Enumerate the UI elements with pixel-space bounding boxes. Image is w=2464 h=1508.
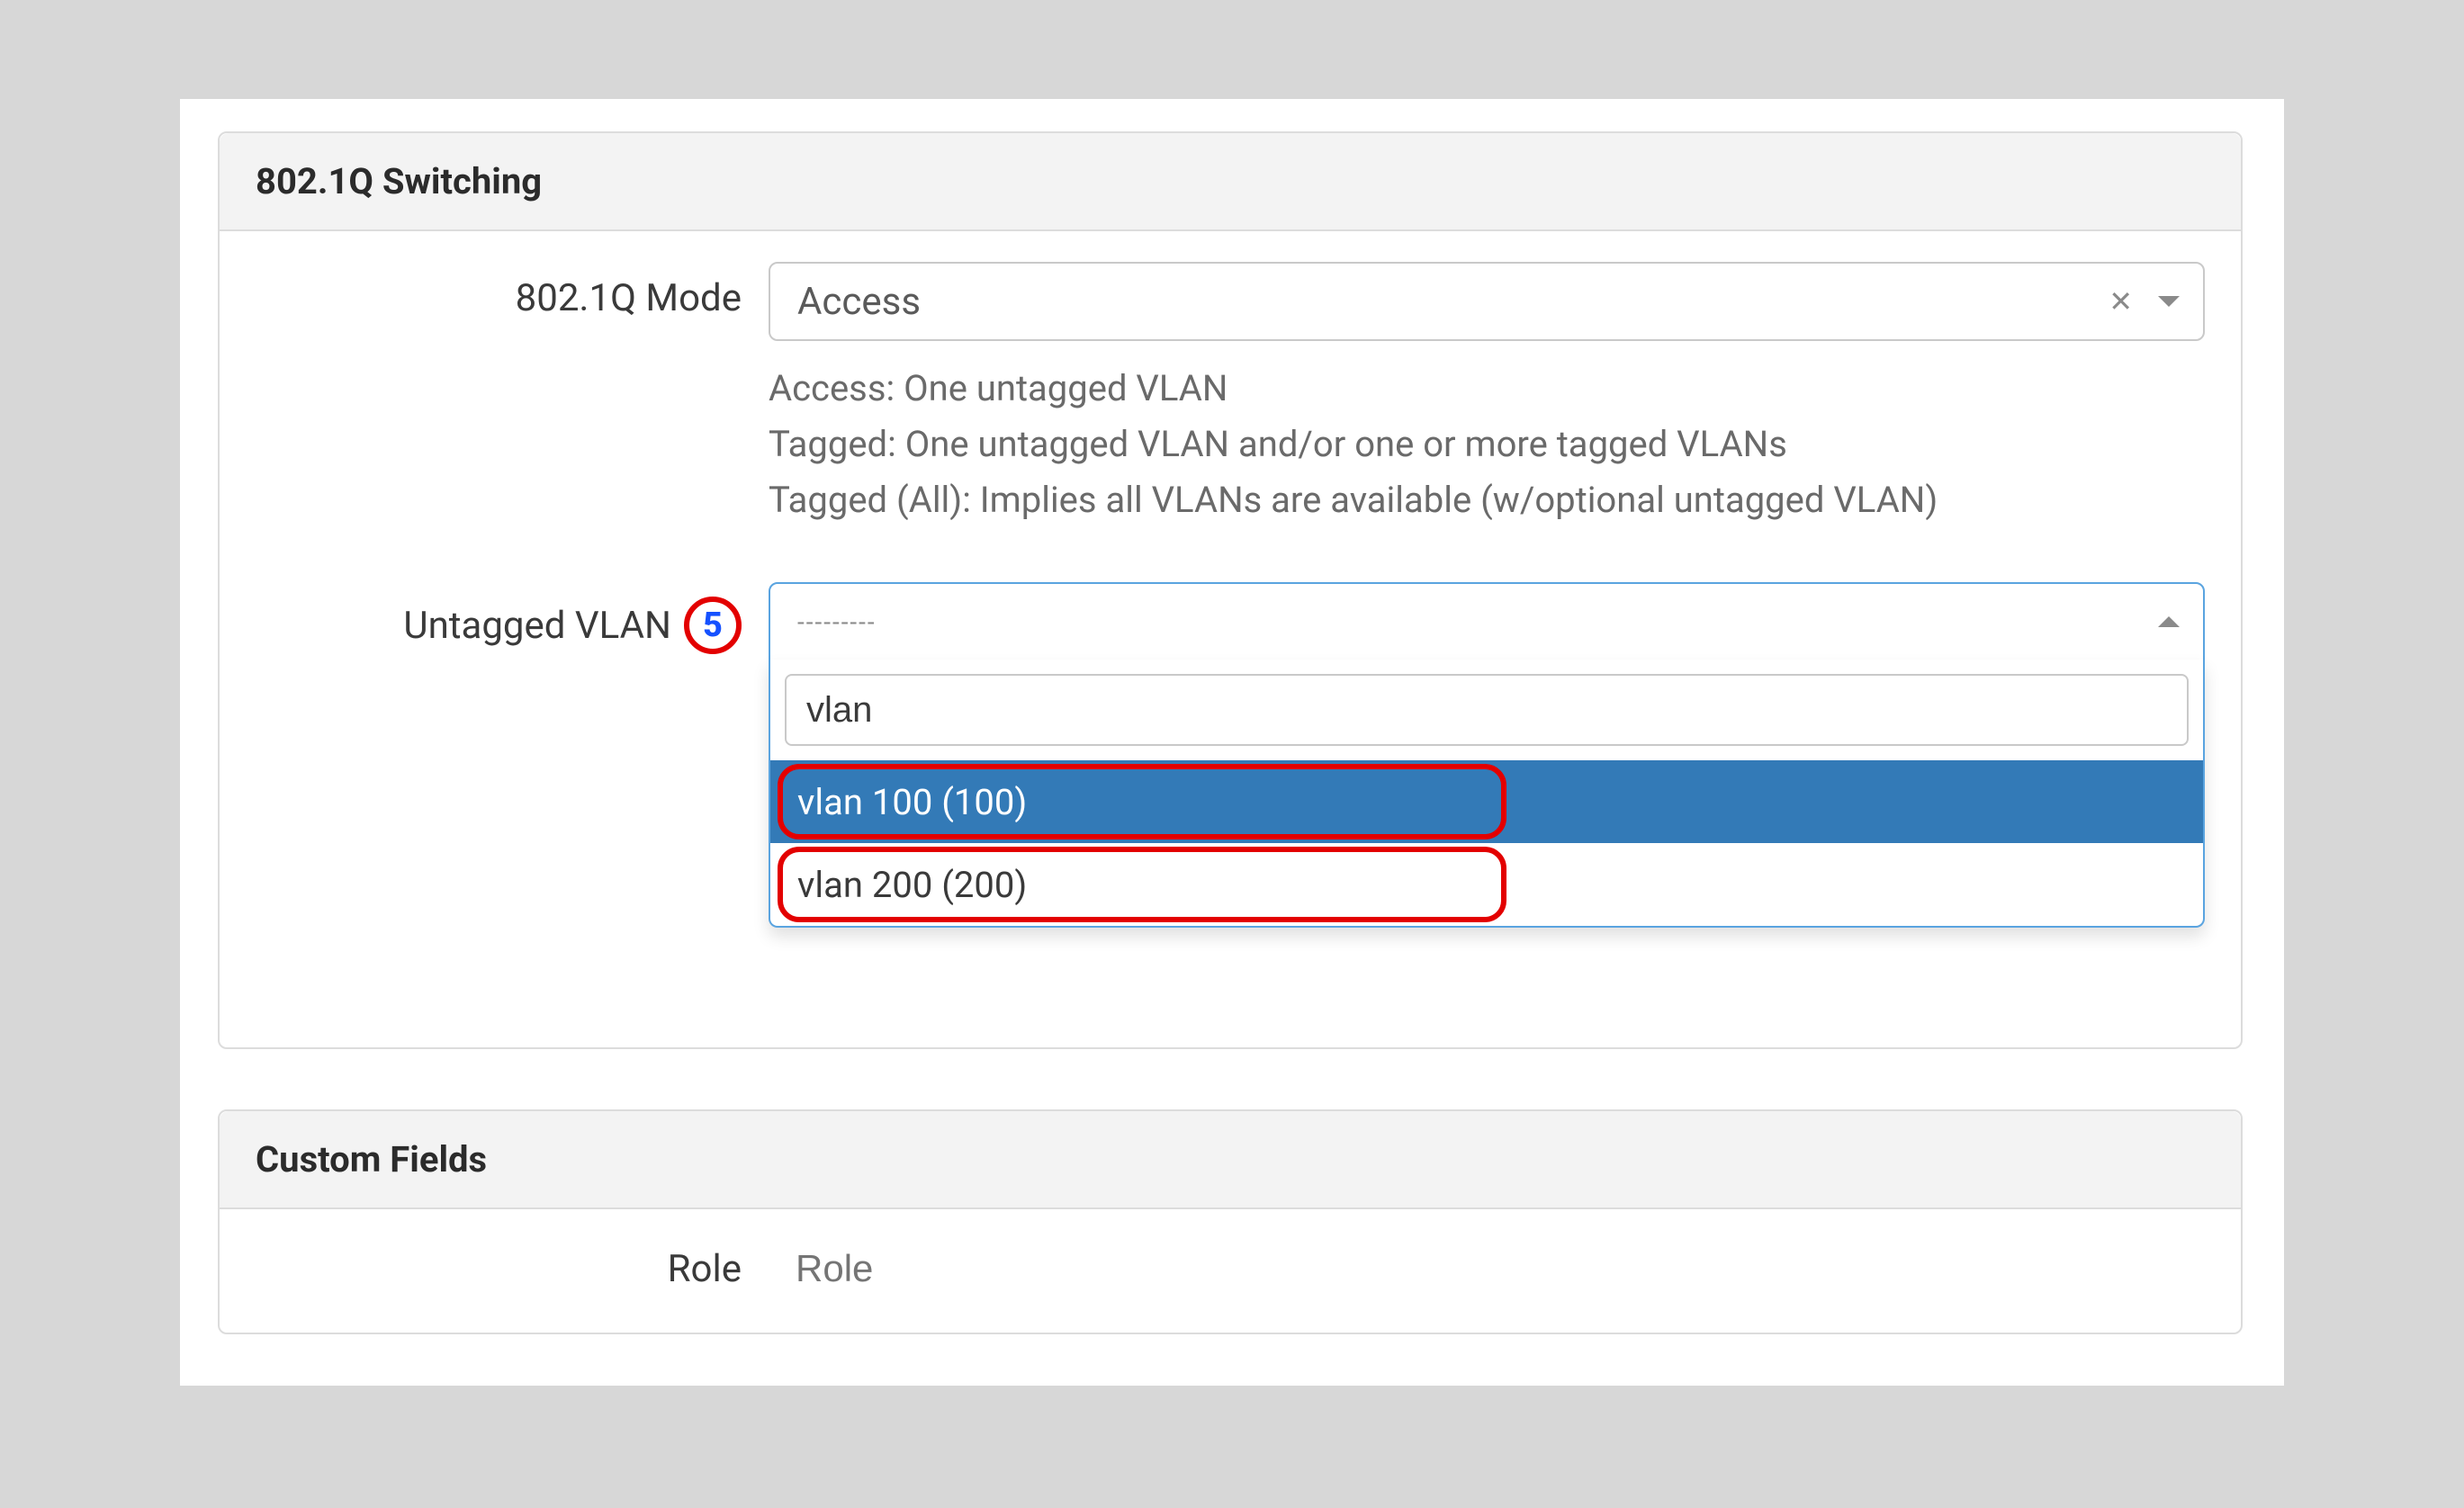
clear-icon[interactable]: ✕ [2109,287,2133,316]
row-role: Role [256,1233,2205,1305]
panel-custom-fields: Custom Fields Role [218,1109,2243,1334]
step-badge-value: 5 [703,606,723,645]
label-untagged-vlan: Untagged VLAN 5 [256,582,769,654]
row-8021q-mode: 802.1Q Mode Access ✕ Access: One untagge… [256,262,2205,528]
dropdown-search-input[interactable] [785,674,2189,746]
panel-8021q-switching: 802.1Q Switching 802.1Q Mode Access ✕ [218,131,2243,1049]
label-8021q-mode: 802.1Q Mode [256,262,769,320]
help-8021q-mode: Access: One untagged VLAN Tagged: One un… [769,361,2205,528]
step-badge-5: 5 [684,597,742,654]
control-role [769,1233,2205,1305]
dropdown-untagged-vlan: vlan 100 (100) vlan 200 (200) [769,660,2205,928]
select-actions-mode: ✕ [2109,264,2180,339]
panel-header-switching: 802.1Q Switching [220,133,2241,231]
control-untagged-vlan: --------- vlan 100 (100) [769,582,2205,661]
label-text-untagged-vlan: Untagged VLAN [403,604,671,648]
panel-body-custom: Role [220,1209,2241,1341]
option-vlan-100[interactable]: vlan 100 (100) [770,760,2203,843]
select-untagged-vlan[interactable]: --------- [769,582,2205,661]
panel-body-switching: 802.1Q Mode Access ✕ Access: One untagge… [220,231,2241,697]
chevron-down-icon[interactable] [2158,296,2180,307]
select-actions-untagged [2158,584,2180,660]
option-label: vlan 100 (100) [797,781,1027,823]
chevron-up-icon[interactable] [2158,616,2180,627]
panel-header-custom: Custom Fields [220,1111,2241,1209]
select-value-8021q-mode: Access [797,280,921,324]
option-label: vlan 200 (200) [797,864,1027,906]
select-placeholder-untagged: --------- [797,607,877,637]
help-line-2: Tagged: One untagged VLAN and/or one or … [769,417,2205,472]
control-8021q-mode: Access ✕ Access: One untagged VLAN Tagge… [769,262,2205,528]
label-text-role: Role [668,1247,742,1291]
dropdown-search-wrap [770,660,2203,760]
option-vlan-200[interactable]: vlan 200 (200) [770,843,2203,926]
role-input[interactable] [769,1233,2205,1305]
help-line-1: Access: One untagged VLAN [769,361,2205,417]
form-canvas: 802.1Q Switching 802.1Q Mode Access ✕ [180,99,2284,1386]
label-role: Role [256,1233,769,1291]
select-8021q-mode[interactable]: Access ✕ [769,262,2205,341]
help-line-3: Tagged (All): Implies all VLANs are avai… [769,472,2205,528]
panel-title-custom: Custom Fields [256,1138,487,1180]
row-untagged-vlan: Untagged VLAN 5 --------- [256,582,2205,661]
label-text-8021q-mode: 802.1Q Mode [516,276,742,320]
panel-title: 802.1Q Switching [256,160,542,202]
